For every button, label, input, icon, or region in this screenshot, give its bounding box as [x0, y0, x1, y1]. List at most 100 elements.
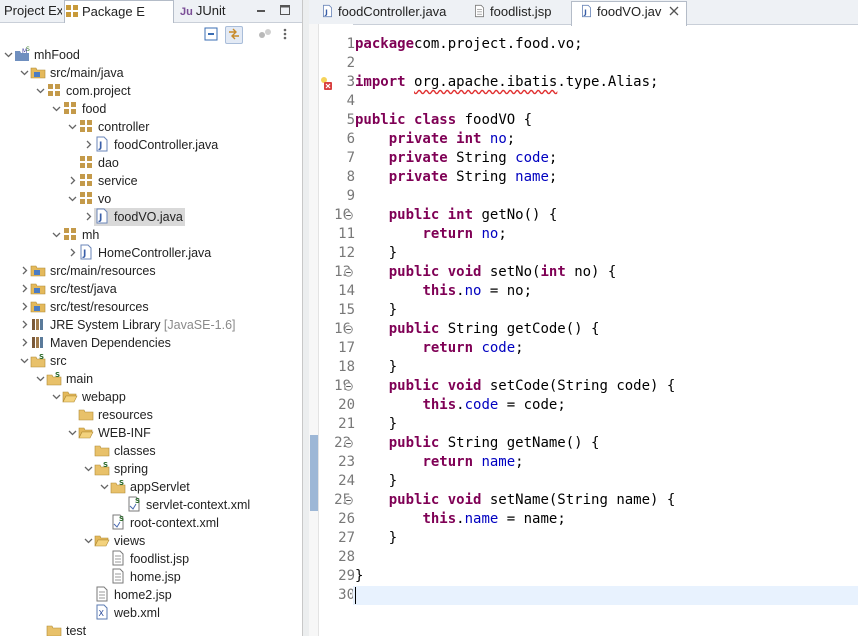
keyword-token: void	[447, 492, 482, 508]
tree-item[interactable]: Smain	[34, 370, 93, 388]
tree-item[interactable]: Sservlet-context.xml	[114, 496, 250, 514]
code-line: public String getCode() {	[355, 320, 600, 339]
chevron-down-icon[interactable]	[34, 372, 46, 390]
code-line: this.no = no;	[355, 282, 532, 301]
line-number: 1	[346, 36, 355, 52]
chevron-down-icon[interactable]	[18, 66, 30, 84]
maximize-view-icon[interactable]	[278, 3, 292, 17]
chevron-down-icon[interactable]	[82, 534, 94, 552]
code-line: public void setCode(String code) {	[355, 377, 676, 396]
tab-junit[interactable]: Ju JUnit	[180, 0, 236, 22]
keyword-token: private	[388, 150, 448, 166]
tree-item[interactable]: com.project	[34, 82, 131, 100]
open-folder-icon	[78, 424, 94, 440]
tree-item[interactable]: controller	[66, 118, 149, 136]
tree-item[interactable]: service	[66, 172, 138, 190]
chevron-down-icon[interactable]	[18, 354, 30, 372]
package-icon	[78, 118, 94, 134]
tree-item[interactable]: resources	[66, 406, 153, 424]
tree-item[interactable]: Sspring	[82, 460, 148, 478]
chevron-down-icon[interactable]	[50, 102, 62, 120]
link-with-editor-icon[interactable]	[225, 26, 243, 44]
fold-toggle-icon[interactable]	[344, 268, 353, 277]
tab-project-explorer[interactable]: Project Ex	[4, 0, 62, 22]
code-token: = code;	[498, 397, 566, 413]
tree-item[interactable]: Ssrc	[18, 352, 67, 370]
code-token: setNo(	[481, 264, 541, 280]
fold-toggle-icon[interactable]	[344, 382, 353, 391]
tree-item[interactable]: JfoodVO.java	[86, 208, 185, 226]
focus-icon[interactable]	[256, 26, 274, 44]
tree-item[interactable]: J HomeController.java	[66, 244, 211, 262]
tree-item[interactable]: classes	[82, 442, 156, 460]
tree-item-label: foodController.java	[114, 138, 219, 152]
view-toolbar	[0, 23, 302, 47]
fold-toggle-icon[interactable]	[344, 211, 353, 220]
code-line: private int no;	[355, 130, 515, 149]
minimize-view-icon[interactable]	[254, 3, 268, 17]
tree-item-label: appServlet	[130, 480, 190, 494]
chevron-down-icon[interactable]	[82, 462, 94, 480]
view-menu-icon[interactable]	[280, 26, 290, 44]
tree-item[interactable]: vo	[66, 190, 111, 208]
editor-tab[interactable]: foodlist.jsp	[465, 2, 565, 24]
editor-tab[interactable]: JfoodVO.jav	[571, 1, 687, 26]
field-token: no	[489, 131, 507, 147]
tree-item-label: web.xml	[114, 606, 160, 620]
tree-item[interactable]: home2.jsp	[82, 586, 172, 604]
close-icon[interactable]	[669, 2, 679, 22]
tree-item[interactable]: src/main/java	[18, 64, 124, 82]
chevron-down-icon[interactable]	[50, 390, 62, 408]
code-token: no) {	[565, 264, 617, 280]
tree-item[interactable]: Xweb.xml	[82, 604, 160, 622]
tree-item[interactable]: WEB-INF	[66, 424, 151, 442]
tree-item[interactable]: SappServlet	[98, 478, 190, 496]
code-token: getNo() {	[473, 207, 558, 223]
tree-item-label: src/test/java	[50, 282, 117, 296]
tree-item[interactable]: test	[34, 622, 86, 636]
tree-item[interactable]: JfoodController.java	[82, 136, 218, 154]
jsp-file-icon	[110, 568, 126, 584]
java-file-icon: J	[580, 4, 593, 18]
line-number: 9	[346, 188, 355, 204]
tree-item[interactable]: src/main/resources	[18, 262, 156, 280]
tree-item[interactable]: M S mhFood	[2, 46, 80, 64]
tree-item[interactable]: food	[50, 100, 106, 118]
editor-tab[interactable]: JfoodController.java	[313, 2, 459, 24]
tab-package-explorer[interactable]: Package E	[64, 0, 174, 24]
code-line: public void setNo(int no) {	[355, 263, 617, 282]
code-token: .	[456, 283, 465, 299]
fold-toggle-icon[interactable]	[344, 439, 353, 448]
chevron-down-icon[interactable]	[66, 192, 78, 210]
tree-item[interactable]: mh	[50, 226, 99, 244]
tree-item[interactable]: webapp	[50, 388, 126, 406]
tree-item-label: Maven Dependencies	[50, 336, 171, 350]
tree-item-label: spring	[114, 462, 149, 476]
tree-item[interactable]: dao	[66, 154, 119, 172]
chevron-down-icon[interactable]	[66, 426, 78, 444]
chevron-down-icon[interactable]	[34, 84, 46, 102]
tree-item[interactable]: src/test/java	[18, 280, 117, 298]
tree-item[interactable]: Sroot-context.xml	[98, 514, 219, 532]
code-token: ;	[548, 169, 558, 185]
tree-item[interactable]: Maven Dependencies	[18, 334, 171, 352]
error-marker-icon[interactable]	[320, 76, 332, 90]
chevron-down-icon[interactable]	[2, 48, 14, 66]
fold-toggle-icon[interactable]	[344, 496, 353, 505]
tree-item[interactable]: foodlist.jsp	[98, 550, 189, 568]
collapse-all-icon[interactable]	[202, 26, 220, 44]
svg-text:X: X	[99, 609, 105, 618]
tree-item[interactable]: views	[82, 532, 145, 550]
chevron-down-icon[interactable]	[66, 120, 78, 138]
chevron-down-icon[interactable]	[50, 228, 62, 246]
svg-text:J: J	[98, 141, 102, 151]
svg-text:J: J	[82, 249, 86, 259]
tree-item[interactable]: JRE System Library [JavaSE-1.6]	[18, 316, 236, 334]
tree-item[interactable]: home.jsp	[98, 568, 181, 586]
source-folder-icon	[30, 298, 46, 314]
tree-item[interactable]: src/test/resources	[18, 298, 149, 316]
fold-toggle-icon[interactable]	[344, 325, 353, 334]
chevron-down-icon[interactable]	[98, 480, 110, 498]
